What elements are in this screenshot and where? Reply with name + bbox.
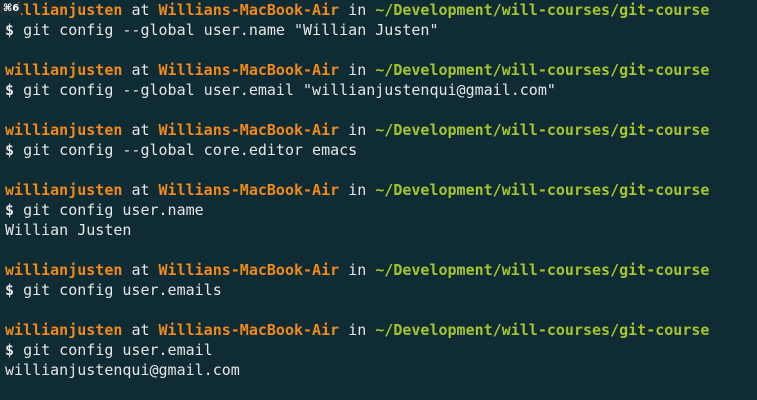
prompt-symbol: $ xyxy=(5,281,15,299)
prompt-line: willianjusten at Willians-MacBook-Air in… xyxy=(5,320,757,340)
command-text: git config --global core.editor emacs xyxy=(23,141,358,159)
command-line: $ git config --global core.editor emacs xyxy=(5,140,757,160)
prompt-host: Willians-MacBook-Air xyxy=(158,261,340,279)
command-text: git config user.email xyxy=(23,341,213,359)
prompt-in: in xyxy=(348,61,367,79)
command-line: $ git config --global user.name "Willian… xyxy=(5,20,757,40)
prompt-at: at xyxy=(131,321,150,339)
command-text: git config --global user.email "willianj… xyxy=(23,81,556,99)
prompt-host: Willians-MacBook-Air xyxy=(158,321,340,339)
prompt-path: ~/Development/will-courses/git-course xyxy=(375,1,710,19)
terminal-entry: willianjusten at Willians-MacBook-Air in… xyxy=(5,180,757,240)
prompt-line: willianjusten at Willians-MacBook-Air in… xyxy=(5,0,757,20)
command-text: git config --global user.name "Willian J… xyxy=(23,21,439,39)
prompt-symbol: $ xyxy=(5,141,15,159)
prompt-in: in xyxy=(348,121,367,139)
command-output: willianjustenqui@gmail.com xyxy=(5,361,240,379)
prompt-at: at xyxy=(131,121,150,139)
prompt-path: ~/Development/will-courses/git-course xyxy=(375,181,710,199)
prompt-symbol: $ xyxy=(5,201,15,219)
prompt-at: at xyxy=(131,181,150,199)
prompt-user: willianjusten xyxy=(5,1,123,19)
prompt-at: at xyxy=(131,261,150,279)
prompt-host: Willians-MacBook-Air xyxy=(158,121,340,139)
prompt-user: willianjusten xyxy=(5,181,123,199)
prompt-symbol: $ xyxy=(5,21,15,39)
prompt-line: willianjusten at Willians-MacBook-Air in… xyxy=(5,120,757,140)
prompt-in: in xyxy=(348,181,367,199)
prompt-in: in xyxy=(348,321,367,339)
prompt-at: at xyxy=(131,1,150,19)
prompt-symbol: $ xyxy=(5,341,15,359)
command-text: git config user.emails xyxy=(23,281,222,299)
prompt-line: willianjusten at Willians-MacBook-Air in… xyxy=(5,180,757,200)
prompt-line: willianjusten at Willians-MacBook-Air in… xyxy=(5,260,757,280)
prompt-in: in xyxy=(348,1,367,19)
prompt-host: Willians-MacBook-Air xyxy=(158,61,340,79)
command-line: $ git config user.email xyxy=(5,340,757,360)
prompt-line: willianjusten at Willians-MacBook-Air in… xyxy=(5,60,757,80)
prompt-at: at xyxy=(131,61,150,79)
terminal-entry: willianjusten at Willians-MacBook-Air in… xyxy=(5,260,757,300)
prompt-path: ~/Development/will-courses/git-course xyxy=(375,121,710,139)
terminal-entry: willianjusten at Willians-MacBook-Air in… xyxy=(5,0,757,40)
command-line: $ git config user.emails xyxy=(5,280,757,300)
command-text: git config user.name xyxy=(23,201,204,219)
command-line: $ git config user.name xyxy=(5,200,757,220)
terminal-window[interactable]: ⌘6 willianjusten at Willians-MacBook-Air… xyxy=(0,0,757,400)
prompt-symbol: $ xyxy=(5,81,15,99)
prompt-user: willianjusten xyxy=(5,61,123,79)
prompt-path: ~/Development/will-courses/git-course xyxy=(375,321,710,339)
prompt-user: willianjusten xyxy=(5,261,123,279)
prompt-path: ~/Development/will-courses/git-course xyxy=(375,261,710,279)
terminal-entry: willianjusten at Willians-MacBook-Air in… xyxy=(5,120,757,160)
command-line: $ git config --global user.email "willia… xyxy=(5,80,757,100)
prompt-user: willianjusten xyxy=(5,321,123,339)
prompt-host: Willians-MacBook-Air xyxy=(158,1,340,19)
prompt-user: willianjusten xyxy=(5,121,123,139)
command-output: Willian Justen xyxy=(5,221,132,239)
prompt-host: Willians-MacBook-Air xyxy=(158,181,340,199)
terminal-entry: willianjusten at Willians-MacBook-Air in… xyxy=(5,60,757,100)
terminal-entry: willianjusten at Willians-MacBook-Air in… xyxy=(5,320,757,380)
prompt-path: ~/Development/will-courses/git-course xyxy=(375,61,710,79)
tab-number-badge: ⌘6 xyxy=(1,3,22,15)
prompt-in: in xyxy=(348,261,367,279)
